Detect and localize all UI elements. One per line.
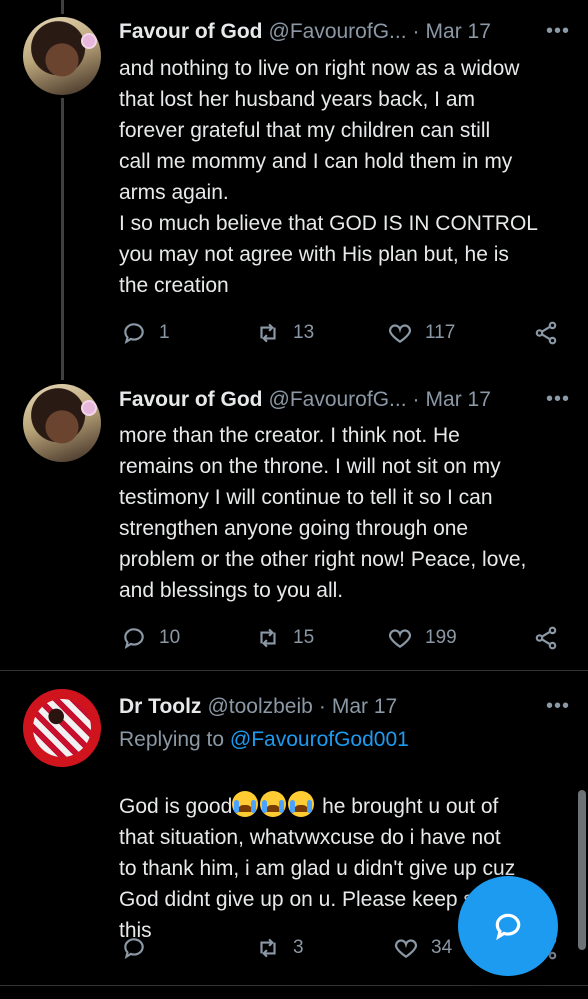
loudly-crying-face-icon	[288, 791, 315, 817]
separator-dot: ·	[412, 388, 420, 411]
heart-icon	[395, 939, 417, 958]
reply-button[interactable]: 1	[121, 318, 170, 348]
flower-decoration	[83, 35, 95, 47]
retweet-button[interactable]: 13	[255, 318, 314, 348]
tweet-date[interactable]: Mar 17	[426, 388, 491, 412]
tweet-text-start: God is good	[119, 795, 233, 818]
loudly-crying-face-icon	[232, 791, 259, 817]
tweet-header: Favour of God @FavourofG... · Mar 17	[119, 18, 568, 46]
heart-icon	[389, 629, 411, 648]
avatar[interactable]	[23, 384, 101, 462]
flower-decoration	[83, 402, 95, 414]
tweet-divider	[0, 985, 588, 986]
share-icon	[535, 626, 557, 650]
reply-count: 10	[159, 627, 181, 648]
reply-icon	[124, 628, 144, 650]
avatar[interactable]	[23, 689, 101, 767]
avatar[interactable]	[23, 17, 101, 95]
user-handle[interactable]: @FavourofG...	[269, 20, 407, 44]
like-button[interactable]: 199	[387, 623, 457, 653]
reply-button[interactable]	[121, 933, 159, 963]
reply-icon	[124, 938, 144, 960]
compose-reply-icon	[495, 913, 521, 941]
more-options-icon[interactable]: •••	[546, 388, 570, 411]
separator-dot: ·	[412, 20, 420, 43]
more-options-icon[interactable]: •••	[546, 695, 570, 718]
replying-to: Replying to @FavourofGod001	[119, 728, 409, 752]
user-handle[interactable]: @toolzbeib	[207, 695, 312, 719]
user-handle[interactable]: @FavourofG...	[269, 388, 407, 412]
tweet-1[interactable]: Favour of God @FavourofG... · Mar 17 •••…	[0, 0, 588, 380]
mention-link[interactable]: @FavourofGod001	[230, 728, 409, 751]
share-icon	[535, 321, 557, 345]
retweet-count: 13	[293, 322, 315, 343]
heart-icon	[389, 324, 411, 343]
retweet-count: 15	[293, 627, 315, 648]
display-name[interactable]: Favour of God	[119, 388, 263, 412]
retweet-button[interactable]: 3	[255, 933, 304, 963]
replying-to-label: Replying to	[119, 728, 230, 751]
like-count: 117	[425, 322, 456, 343]
display-name[interactable]: Favour of God	[119, 20, 263, 44]
reply-button[interactable]: 10	[121, 623, 180, 653]
retweet-icon	[260, 323, 276, 343]
tweet-text: and nothing to live on right now as a wi…	[119, 57, 538, 297]
tweet-text: more than the creator. I think not. He r…	[119, 424, 527, 602]
separator-dot: ·	[318, 695, 326, 718]
display-name[interactable]: Dr Toolz	[119, 695, 201, 719]
more-options-icon[interactable]: •••	[546, 20, 570, 43]
retweet-icon	[260, 938, 276, 958]
reply-icon	[124, 323, 144, 345]
retweet-icon	[260, 628, 276, 648]
tweet-2[interactable]: Favour of God @FavourofG... · Mar 17 •••…	[0, 380, 588, 670]
loudly-crying-face-icon	[260, 791, 287, 817]
share-button[interactable]	[533, 623, 559, 653]
action-bar: 10 15 199	[119, 623, 569, 653]
like-button[interactable]: 117	[387, 318, 455, 348]
tweet-header: Dr Toolz @toolzbeib · Mar 17	[119, 693, 568, 721]
tweet-header: Favour of God @FavourofG... · Mar 17	[119, 386, 568, 414]
compose-button[interactable]	[458, 876, 558, 976]
share-button[interactable]	[533, 318, 559, 348]
like-count: 199	[425, 627, 457, 648]
tweet-text-after-emoji: he brought u out of	[316, 795, 499, 818]
scrollbar[interactable]	[578, 790, 586, 950]
retweet-button[interactable]: 15	[255, 623, 314, 653]
tweet-date[interactable]: Mar 17	[426, 20, 491, 44]
action-bar: 1 13 117	[119, 318, 569, 348]
tweet-date[interactable]: Mar 17	[332, 695, 397, 719]
like-button[interactable]: 34	[393, 933, 452, 963]
reply-count: 1	[159, 322, 170, 343]
retweet-count: 3	[293, 937, 304, 958]
like-count: 34	[431, 937, 453, 958]
